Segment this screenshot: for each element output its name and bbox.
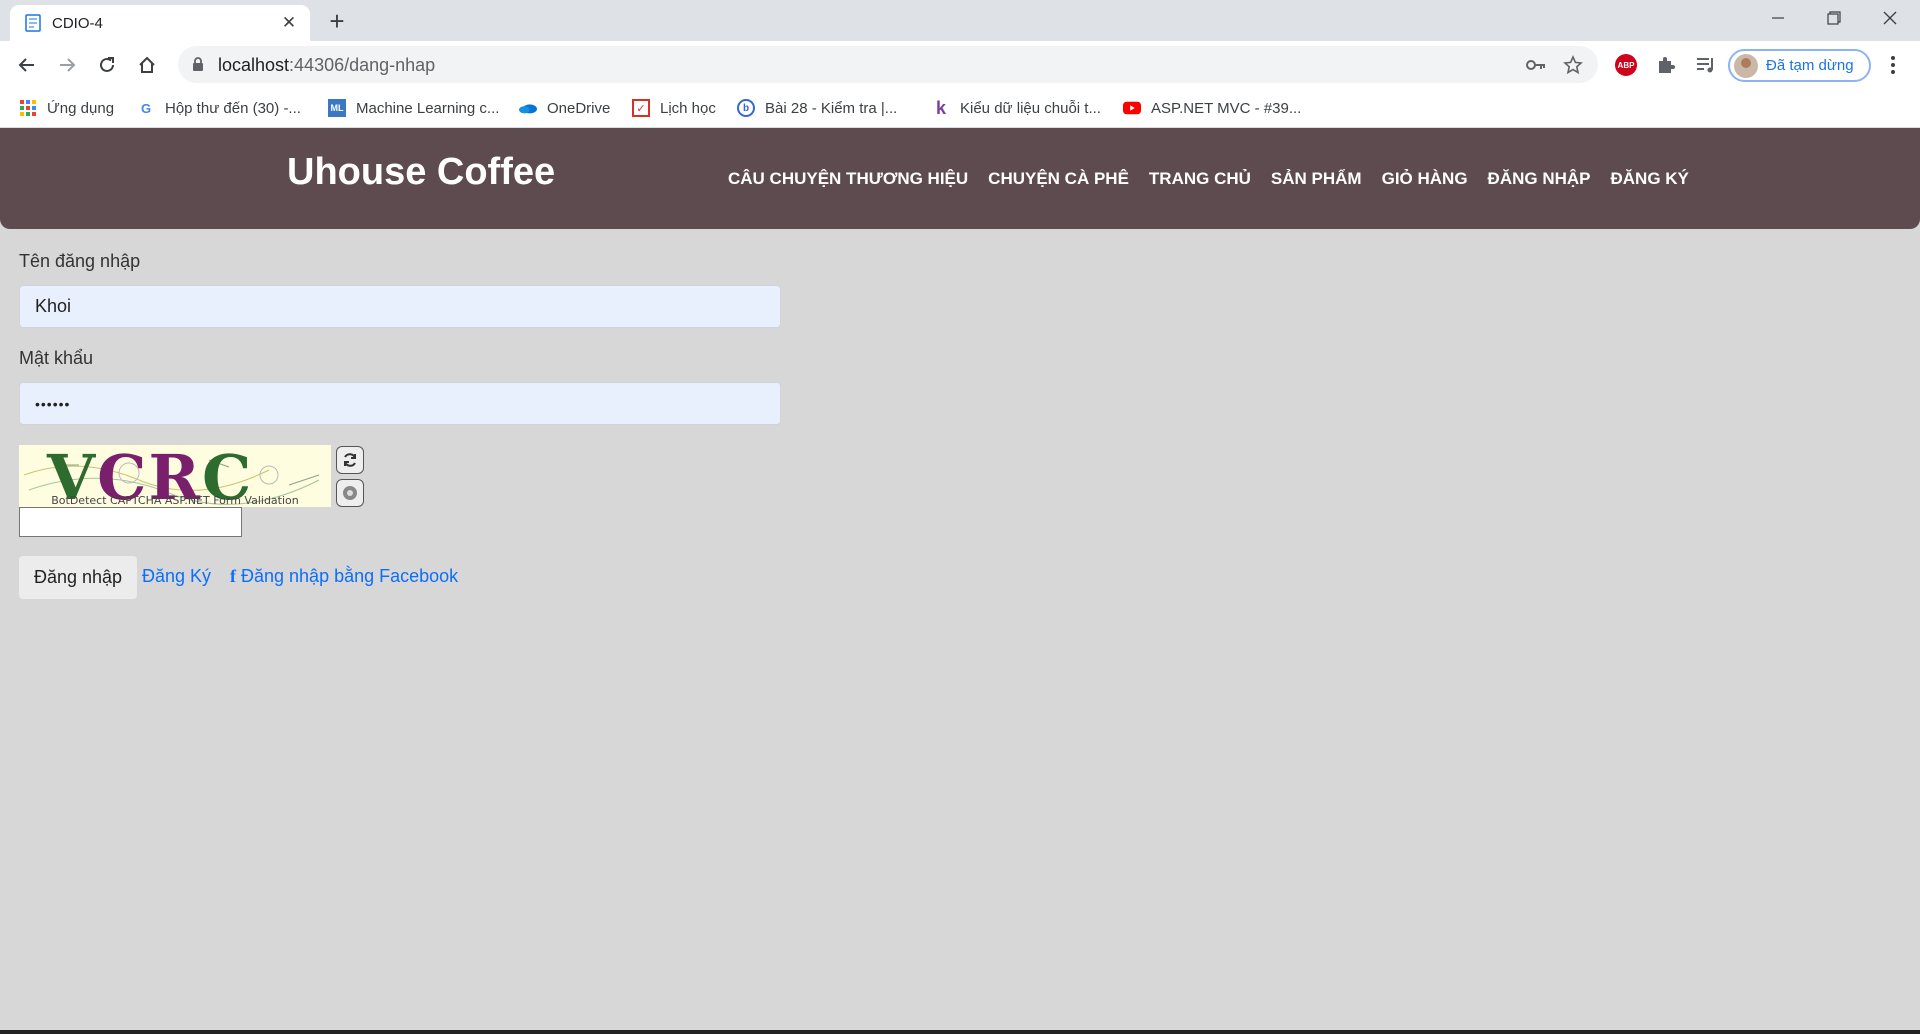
- facebook-login-label: Đăng nhập bằng Facebook: [241, 566, 459, 586]
- nav-san-pham[interactable]: SẢN PHẨM: [1261, 169, 1372, 189]
- captcha-input[interactable]: [19, 507, 242, 537]
- nav-gio-hang[interactable]: GIỎ HÀNG: [1372, 169, 1478, 189]
- avatar: [1734, 53, 1758, 78]
- ml-icon: ML: [328, 99, 346, 117]
- site-icon: b: [737, 99, 755, 117]
- key-icon[interactable]: [1523, 52, 1549, 78]
- bookmark-aspnet[interactable]: ASP.NET MVC - #39...: [1123, 97, 1301, 119]
- youtube-icon: [1123, 99, 1141, 117]
- url-text: localhost:44306/dang-nhap: [218, 55, 436, 75]
- register-link[interactable]: Đăng Ký: [142, 566, 211, 587]
- tab-title: CDIO-4: [52, 14, 103, 32]
- bookmark-lich-hoc[interactable]: ✓ Lịch học: [632, 97, 716, 119]
- browser-toolbar: localhost:44306/dang-nhap ABP Đã tạm dừn…: [0, 41, 1920, 88]
- close-window-icon[interactable]: [1862, 0, 1918, 36]
- captcha-sound-icon[interactable]: [336, 479, 364, 507]
- bookmark-label: Machine Learning c...: [356, 99, 500, 117]
- onedrive-icon: [519, 99, 537, 117]
- bookmark-label: OneDrive: [547, 99, 611, 117]
- bookmark-label: Kiểu dữ liệu chuỗi t...: [960, 99, 1101, 117]
- login-button[interactable]: Đăng nhập: [19, 556, 137, 599]
- bookmark-bai-28[interactable]: b Bài 28 - Kiểm tra |...: [737, 97, 897, 119]
- bookmark-label: Hộp thư đến (30) -...: [165, 99, 301, 117]
- facebook-login-link[interactable]: f Đăng nhập bằng Facebook: [230, 566, 458, 587]
- bookmark-apps[interactable]: Ứng dụng: [19, 97, 114, 119]
- captcha-reload-icon[interactable]: [336, 446, 364, 474]
- restore-icon[interactable]: [1806, 0, 1862, 36]
- nav-cau-chuyen-thuong-hieu[interactable]: CÂU CHUYỆN THƯƠNG HIỆU: [718, 169, 978, 189]
- media-queue-icon[interactable]: [1690, 49, 1722, 81]
- bookmark-gmail[interactable]: G Hộp thư đến (30) -...: [137, 97, 301, 119]
- main-nav: CÂU CHUYỆN THƯƠNG HIỆU CHUYỆN CÀ PHÊ TRA…: [718, 128, 1699, 229]
- bookmarks-bar: Ứng dụng G Hộp thư đến (30) -... ML Mach…: [0, 88, 1920, 128]
- minimize-icon[interactable]: [1750, 0, 1806, 36]
- forward-icon[interactable]: [50, 48, 84, 82]
- adblock-icon[interactable]: ABP: [1610, 49, 1642, 81]
- apps-grid-icon: [19, 99, 37, 117]
- nav-dang-ky[interactable]: ĐĂNG KÝ: [1601, 169, 1699, 189]
- facebook-icon: f: [230, 566, 236, 586]
- nav-dang-nhap[interactable]: ĐĂNG NHẬP: [1478, 169, 1601, 189]
- calendar-icon: ✓: [632, 99, 650, 117]
- reload-icon[interactable]: [90, 48, 124, 82]
- password-label: Mật khẩu: [19, 348, 94, 368]
- bookmark-label: Bài 28 - Kiểm tra |...: [765, 99, 898, 117]
- captcha-caption: BotDetect CAPTCHA ASP.NET Form Validatio…: [51, 494, 299, 507]
- bookmark-label: Lịch học: [660, 99, 716, 117]
- lock-icon[interactable]: [192, 57, 204, 77]
- password-field[interactable]: ••••••: [19, 382, 781, 425]
- browser-tab[interactable]: CDIO-4 ✕: [10, 5, 310, 41]
- bookmark-star-icon[interactable]: [1560, 52, 1586, 78]
- bookmark-onedrive[interactable]: OneDrive: [519, 97, 610, 119]
- k-icon: k: [935, 97, 946, 118]
- nav-chuyen-ca-phe[interactable]: CHUYỆN CÀ PHÊ: [978, 169, 1139, 189]
- username-label: Tên đăng nhập: [19, 251, 141, 271]
- profile-status: Đã tạm dừng: [1766, 57, 1854, 74]
- username-field[interactable]: Khoi: [19, 285, 781, 328]
- profile-button[interactable]: Đã tạm dừng: [1728, 49, 1871, 82]
- bookmark-label: ASP.NET MVC - #39...: [1151, 99, 1302, 117]
- window-bottom-edge: [0, 1030, 1920, 1034]
- browser-tabstrip: CDIO-4 ✕ +: [0, 0, 1920, 41]
- google-icon: G: [140, 100, 152, 116]
- home-icon[interactable]: [130, 48, 164, 82]
- address-bar[interactable]: localhost:44306/dang-nhap: [178, 46, 1598, 83]
- site-brand[interactable]: Uhouse Coffee: [287, 151, 555, 194]
- captcha-image: VCRC BotDetect CAPTCHA ASP.NET Form Vali…: [19, 445, 331, 507]
- new-tab-icon[interactable]: +: [322, 6, 352, 36]
- extensions-icon[interactable]: [1650, 49, 1682, 81]
- bookmark-ml[interactable]: ML Machine Learning c...: [328, 97, 499, 119]
- nav-trang-chu[interactable]: TRANG CHỦ: [1139, 169, 1261, 189]
- bookmark-kieu-du-lieu[interactable]: k Kiểu dữ liệu chuỗi t...: [932, 97, 1101, 119]
- site-header: Uhouse Coffee CÂU CHUYỆN THƯƠNG HIỆU CHU…: [0, 128, 1920, 229]
- menu-kebab-icon[interactable]: [1877, 49, 1909, 81]
- page-favicon-icon: [24, 14, 42, 32]
- bookmark-label: Ứng dụng: [47, 99, 115, 117]
- back-icon[interactable]: [10, 48, 44, 82]
- close-tab-icon[interactable]: ✕: [278, 12, 300, 34]
